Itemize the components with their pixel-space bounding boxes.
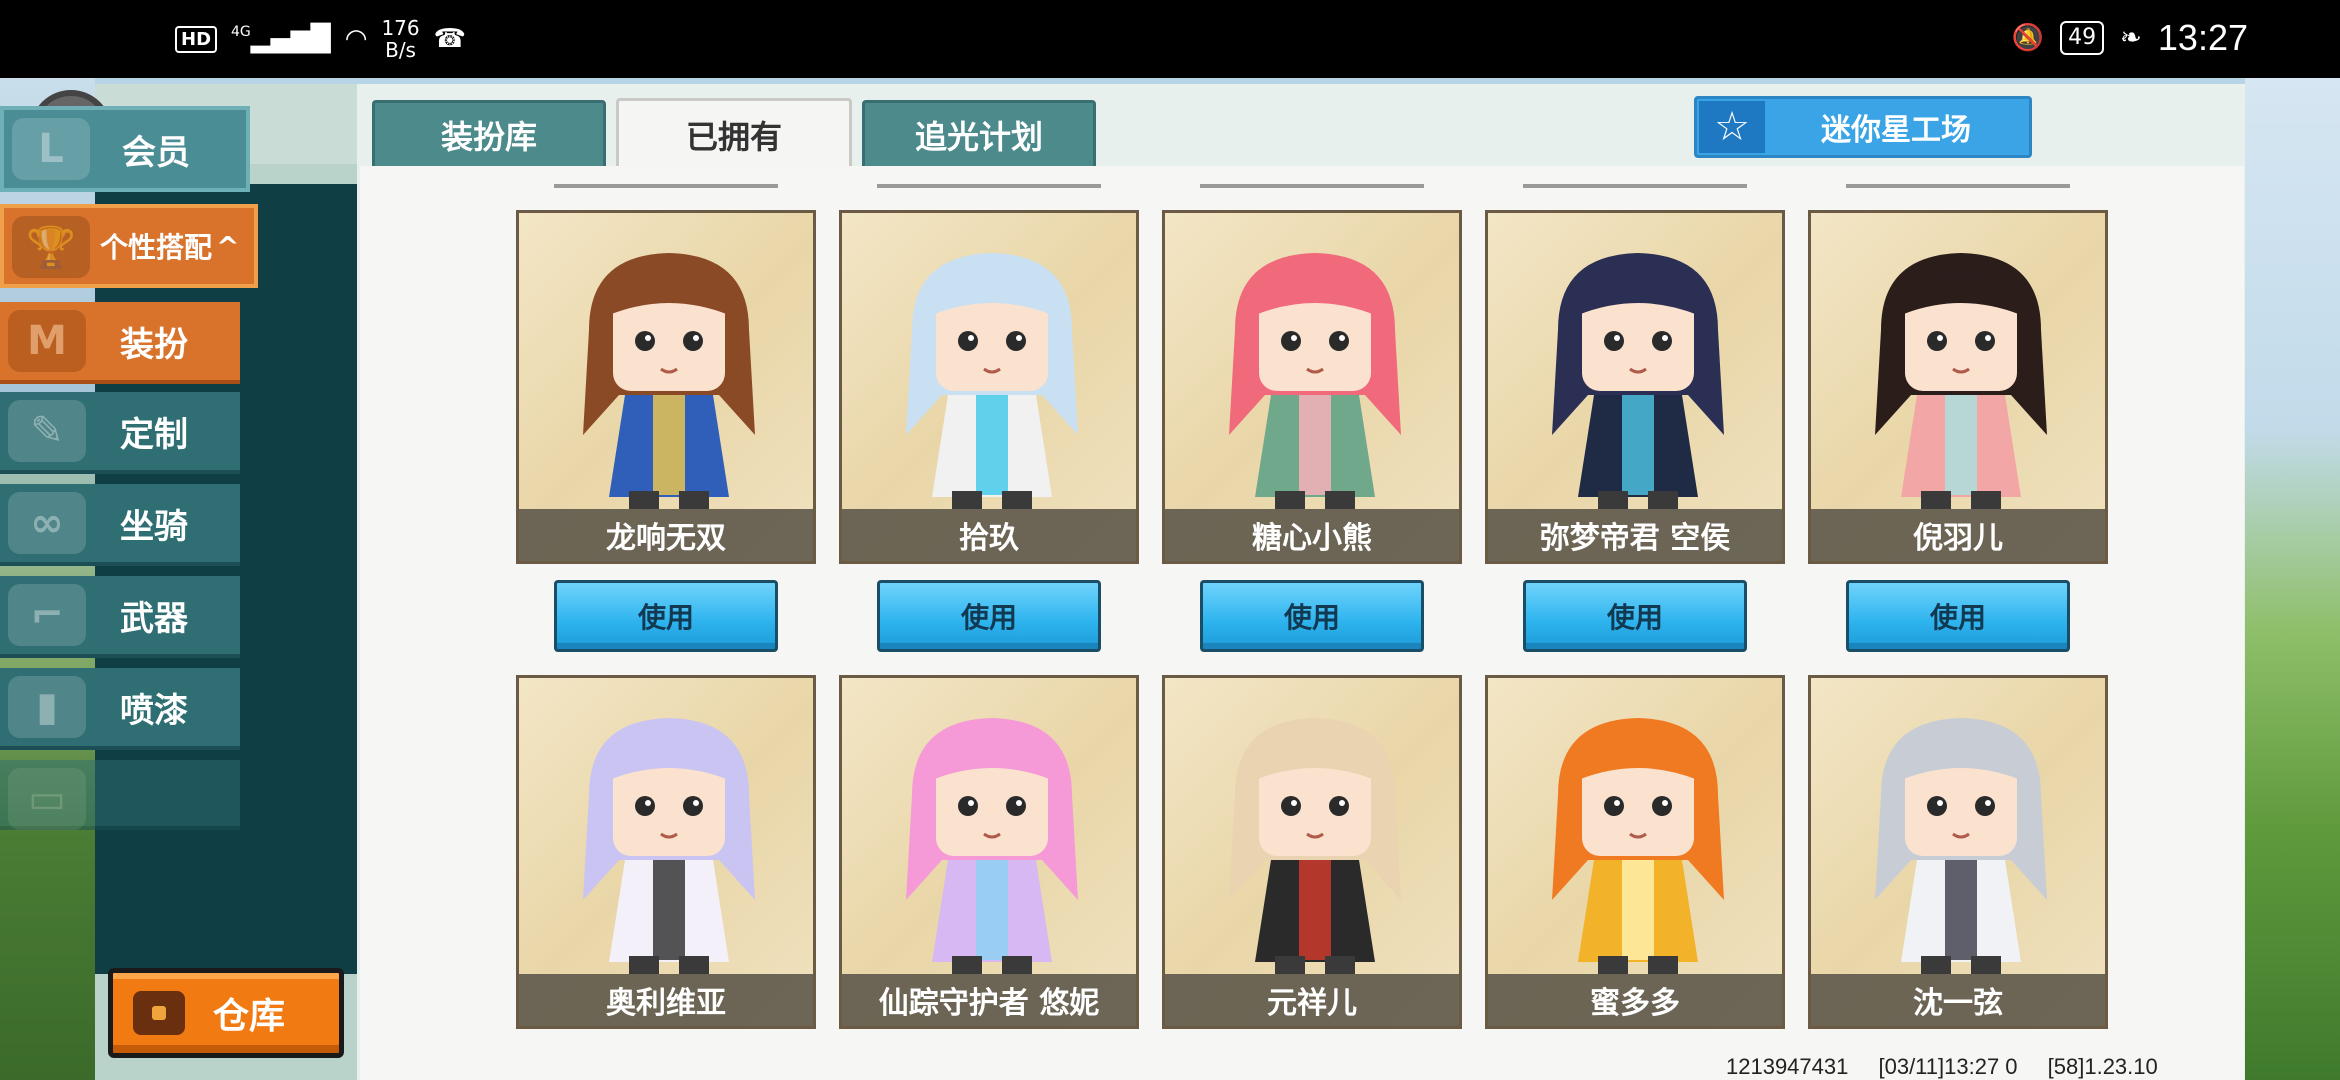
use-button[interactable]: 使用 [1200, 580, 1424, 652]
build-date: [03/11]13:27 0 [1878, 1054, 2018, 1079]
character-avatar [1875, 718, 2047, 974]
sidebar-item-member[interactable]: L 会员 [0, 106, 250, 192]
character-avatar [1552, 718, 1724, 974]
character-avatar [906, 718, 1078, 974]
skin-name: 倪羽儿 [1811, 509, 2105, 561]
skin-name: 奥利维亚 [519, 974, 813, 1026]
sidebar-item-label: 定制 [120, 414, 188, 455]
sidebar-item-label: 装扮 [120, 324, 188, 365]
status-bar: HD 4G▂▄▆█ ◠ 176 B/s ☎ 🔕 49 ❧ 13:27 [0, 0, 2340, 78]
build-version: [58]1.23.10 [2047, 1054, 2158, 1079]
skin-name: 元祥儿 [1165, 974, 1459, 1026]
character-avatar [1229, 718, 1401, 974]
build-info: 1213947431 [03/11]13:27 0 [58]1.23.10 [1726, 1054, 2182, 1080]
chevron-up-icon: ^ [216, 229, 240, 263]
shelf-divider [1200, 184, 1424, 188]
skin-card[interactable]: 糖心小熊 [1162, 210, 1462, 564]
user-id: 1213947431 [1726, 1054, 1849, 1079]
use-button[interactable]: 使用 [554, 580, 778, 652]
leaf-icon: ❧ [2120, 23, 2142, 53]
skin-name: 仙踪守护者 悠妮 [842, 974, 1136, 1026]
star-icon: ☆ [1699, 101, 1765, 153]
skin-card[interactable]: 仙踪守护者 悠妮 [839, 675, 1139, 1029]
sidebar-item-partial[interactable]: ▭ [0, 760, 240, 830]
saddle-icon: ∞ [8, 492, 86, 554]
skin-name: 拾玖 [842, 509, 1136, 561]
skin-name: 弥梦帝君 空侯 [1488, 509, 1782, 561]
skin-card[interactable]: 沈一弦 [1808, 675, 2108, 1029]
trophy-icon: 🏆 [12, 216, 90, 278]
use-button[interactable]: 使用 [1846, 580, 2070, 652]
background-scenery-right [2245, 78, 2340, 1080]
mini-star-workshop-button[interactable]: ☆ 迷你星工场 [1694, 96, 2032, 158]
missed-call-icon: ☎ [433, 24, 467, 54]
chest-icon [133, 991, 185, 1035]
warehouse-label: 仓库 [213, 996, 286, 1037]
network-speed: 176 B/s [381, 17, 419, 61]
shelf-divider [877, 184, 1101, 188]
mute-icon: 🔕 [2011, 23, 2045, 53]
pencil-icon: ✎ [8, 400, 86, 462]
character-avatar [1875, 253, 2047, 509]
sidebar-item-weapon[interactable]: ⌐ 武器 [0, 576, 240, 658]
member-icon: L [12, 118, 90, 180]
more-icon: ▭ [8, 768, 86, 830]
shirt-icon: M [8, 310, 86, 372]
sidebar-item-label: 喷漆 [120, 690, 188, 731]
sidebar-item-label: 坐骑 [120, 506, 188, 547]
shelf-divider [554, 184, 778, 188]
character-avatar [1229, 253, 1401, 509]
gun-icon: ⌐ [8, 584, 86, 646]
shelf-divider [1846, 184, 2070, 188]
skin-card[interactable]: 元祥儿 [1162, 675, 1462, 1029]
network-speed-unit: B/s [385, 38, 416, 62]
sidebar-item-label: 个性搭配 [100, 231, 213, 264]
skin-card[interactable]: 拾玖 [839, 210, 1139, 564]
skin-name: 糖心小熊 [1165, 509, 1459, 561]
skin-card[interactable]: 龙响无双 [516, 210, 816, 564]
tab-owned[interactable]: 已拥有 [616, 98, 852, 168]
network-speed-value: 176 [381, 16, 420, 40]
skin-card[interactable]: 奥利维亚 [516, 675, 816, 1029]
character-avatar [583, 253, 755, 509]
skin-card[interactable]: 蜜多多 [1485, 675, 1785, 1029]
warehouse-button[interactable]: 仓库 [108, 968, 344, 1058]
spray-can-icon: ▮ [8, 676, 86, 738]
skin-card[interactable]: 弥梦帝君 空侯 [1485, 210, 1785, 564]
character-avatar [583, 718, 755, 974]
tab-plan[interactable]: 追光计划 [862, 100, 1096, 166]
use-button[interactable]: 使用 [1523, 580, 1747, 652]
clock: 13:27 [2157, 17, 2248, 58]
sidebar-item-dress[interactable]: M 装扮 [0, 302, 240, 384]
signal-icon: 4G▂▄▆█ [231, 24, 331, 54]
sidebar-item-paint[interactable]: ▮ 喷漆 [0, 668, 240, 750]
skin-card[interactable]: 倪羽儿 [1808, 210, 2108, 564]
battery-icon: 49 [2060, 21, 2105, 55]
skin-name: 蜜多多 [1488, 974, 1782, 1026]
use-button[interactable]: 使用 [877, 580, 1101, 652]
tab-store[interactable]: 装扮库 [372, 100, 606, 166]
wifi-icon: ◠ [344, 24, 368, 54]
sidebar-item-personal[interactable]: 🏆 个性搭配 ^ [0, 204, 258, 288]
network-type: 4G [231, 24, 251, 40]
mini-star-label: 迷你星工场 [1821, 113, 1971, 148]
sidebar-item-custom[interactable]: ✎ 定制 [0, 392, 240, 474]
sidebar-item-label: 武器 [120, 598, 188, 639]
skin-name: 龙响无双 [519, 509, 813, 561]
skin-name: 沈一弦 [1811, 974, 2105, 1026]
hd-badge: HD [175, 25, 218, 53]
character-avatar [906, 253, 1078, 509]
character-avatar [1552, 253, 1724, 509]
sidebar-item-label: 会员 [122, 132, 190, 173]
shelf-divider [1523, 184, 1747, 188]
sidebar-item-mount[interactable]: ∞ 坐骑 [0, 484, 240, 566]
